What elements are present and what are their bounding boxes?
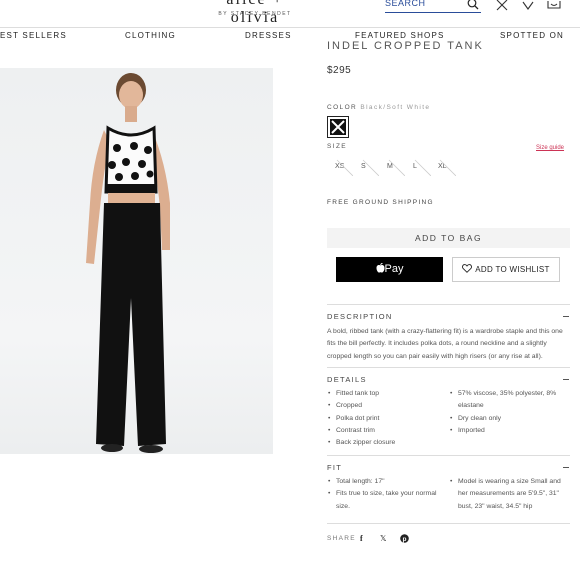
- description-text: A bold, ribbed tank (with a crazy-flatte…: [327, 328, 563, 360]
- model-illustration: [86, 73, 170, 453]
- search-input[interactable]: SEARCH: [385, 0, 426, 8]
- size-s-button[interactable]: S: [357, 158, 379, 176]
- apple-pay-button[interactable]: Pay: [336, 257, 443, 282]
- search-field[interactable]: SEARCH: [385, 0, 481, 13]
- list-item: Model is wearing a size Small and her me…: [449, 476, 567, 513]
- nav-clothing[interactable]: CLOTHING: [125, 31, 176, 40]
- section-divider: [327, 367, 570, 368]
- color-value: Black/Soft White: [360, 104, 431, 111]
- apple-icon: [376, 262, 385, 273]
- nav-dresses[interactable]: DRESSES: [245, 31, 292, 40]
- list-item: Contrast trim: [327, 425, 442, 438]
- size-unavailable-slash: [336, 159, 353, 176]
- size-unavailable-slash: [388, 159, 405, 176]
- nav-divider: [0, 27, 580, 28]
- color-swatch-black-soft-white[interactable]: [327, 116, 349, 138]
- size-unavailable-slash: [362, 159, 379, 176]
- nav-featured-shops[interactable]: FEATURED SHOPS: [355, 31, 445, 40]
- section-divider: [327, 455, 570, 456]
- add-to-wishlist-button[interactable]: ADD TO WISHLIST: [452, 257, 560, 282]
- details-heading[interactable]: DETAILS: [327, 375, 367, 384]
- bag-icon[interactable]: [547, 0, 561, 11]
- details-list-left: Fitted tank top Cropped Polka dot print …: [327, 388, 442, 450]
- list-item: Cropped: [327, 400, 442, 413]
- account-icon[interactable]: [496, 0, 508, 11]
- list-item: Imported: [449, 425, 564, 438]
- list-item: Back zipper closure: [327, 437, 442, 450]
- collapse-fit-icon[interactable]: [563, 467, 569, 468]
- list-item: 57% viscose, 35% polyester, 8% elastane: [449, 388, 564, 413]
- brand-subtitle: BY STACEY BENDET: [218, 11, 292, 17]
- size-label: SIZE: [327, 143, 348, 150]
- size-xs-button[interactable]: XS: [331, 158, 353, 176]
- size-l-button[interactable]: L: [409, 158, 431, 176]
- size-unavailable-slash: [414, 159, 431, 176]
- nav-best-sellers[interactable]: EST SELLERS: [0, 31, 67, 40]
- fit-list-right: Model is wearing a size Small and her me…: [449, 476, 567, 513]
- size-unavailable-slash: [439, 159, 456, 176]
- product-price: $295: [327, 65, 352, 76]
- size-guide-link[interactable]: Size guide: [536, 145, 564, 151]
- details-list-right: 57% viscose, 35% polyester, 8% elastane …: [449, 388, 564, 437]
- x-icon[interactable]: 𝕏: [380, 534, 386, 543]
- swatch-pattern-icon: [330, 119, 346, 135]
- size-xl-button[interactable]: XL: [434, 158, 456, 176]
- product-title: INDEL CROPPED TANK: [327, 40, 484, 52]
- list-item: Dry clean only: [449, 413, 564, 426]
- shipping-note: FREE GROUND SHIPPING: [327, 199, 434, 206]
- collapse-description-icon[interactable]: [563, 316, 569, 317]
- add-to-bag-button[interactable]: ADD TO BAG: [327, 228, 570, 248]
- share-label: SHARE: [327, 535, 356, 542]
- nav-spotted-on[interactable]: SPOTTED ON: [500, 31, 564, 40]
- list-item: Total length: 17": [327, 476, 442, 489]
- list-item: Fitted tank top: [327, 388, 442, 401]
- section-divider: [327, 304, 570, 305]
- svg-text:p: p: [403, 536, 407, 543]
- size-m-button[interactable]: M: [383, 158, 405, 176]
- fit-list-left: Total length: 17" Fits true to size, tak…: [327, 476, 442, 513]
- facebook-icon[interactable]: f: [360, 534, 363, 543]
- search-icon[interactable]: [467, 0, 479, 10]
- list-item: Polka dot print: [327, 413, 442, 426]
- color-label: COLOR Black/Soft White: [327, 104, 431, 111]
- collapse-details-icon[interactable]: [563, 379, 569, 380]
- section-divider: [327, 523, 570, 524]
- fit-heading[interactable]: FIT: [327, 463, 342, 472]
- pinterest-icon[interactable]: p: [400, 534, 409, 543]
- wishlist-heart-icon[interactable]: [522, 0, 534, 11]
- heart-icon: [462, 264, 473, 273]
- description-heading[interactable]: DESCRIPTION: [327, 312, 393, 321]
- list-item: Fits true to size, take your normal size…: [327, 488, 442, 513]
- product-image[interactable]: [0, 68, 273, 454]
